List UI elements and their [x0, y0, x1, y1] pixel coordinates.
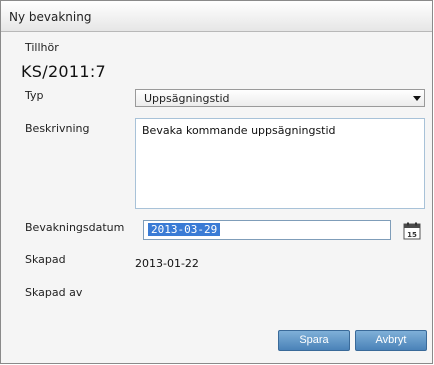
date-value: 2013-03-29 — [148, 223, 221, 236]
calendar-icon[interactable]: 15 — [403, 222, 421, 240]
dialog: Ny bevakning Tillhör KS/2011:7 Typ Uppsä… — [0, 0, 433, 364]
created-label: Skapad — [25, 253, 66, 266]
save-button[interactable]: Spara — [278, 330, 350, 351]
cancel-button[interactable]: Avbryt — [355, 330, 427, 351]
chevron-down-icon — [413, 96, 421, 101]
dialog-title: Ny bevakning — [9, 10, 92, 24]
description-field[interactable]: Bevaka kommande uppsägningstid — [135, 118, 425, 209]
title-bar[interactable]: Ny bevakning — [1, 1, 432, 32]
created-value: 2013-01-22 — [135, 257, 199, 270]
calendar-day: 15 — [407, 231, 417, 239]
belongs-label: Tillhör — [25, 41, 59, 54]
date-field[interactable]: 2013-03-29 — [143, 220, 391, 240]
description-value: Bevaka kommande uppsägningstid — [142, 124, 336, 137]
type-select[interactable]: Uppsägningstid — [135, 89, 425, 107]
type-select-value: Uppsägningstid — [144, 92, 230, 105]
date-label: Bevakningsdatum — [25, 221, 125, 234]
created-by-label: Skapad av — [25, 286, 83, 299]
case-number: KS/2011:7 — [21, 62, 107, 81]
type-label: Typ — [25, 89, 44, 102]
description-label: Beskrivning — [25, 122, 90, 135]
